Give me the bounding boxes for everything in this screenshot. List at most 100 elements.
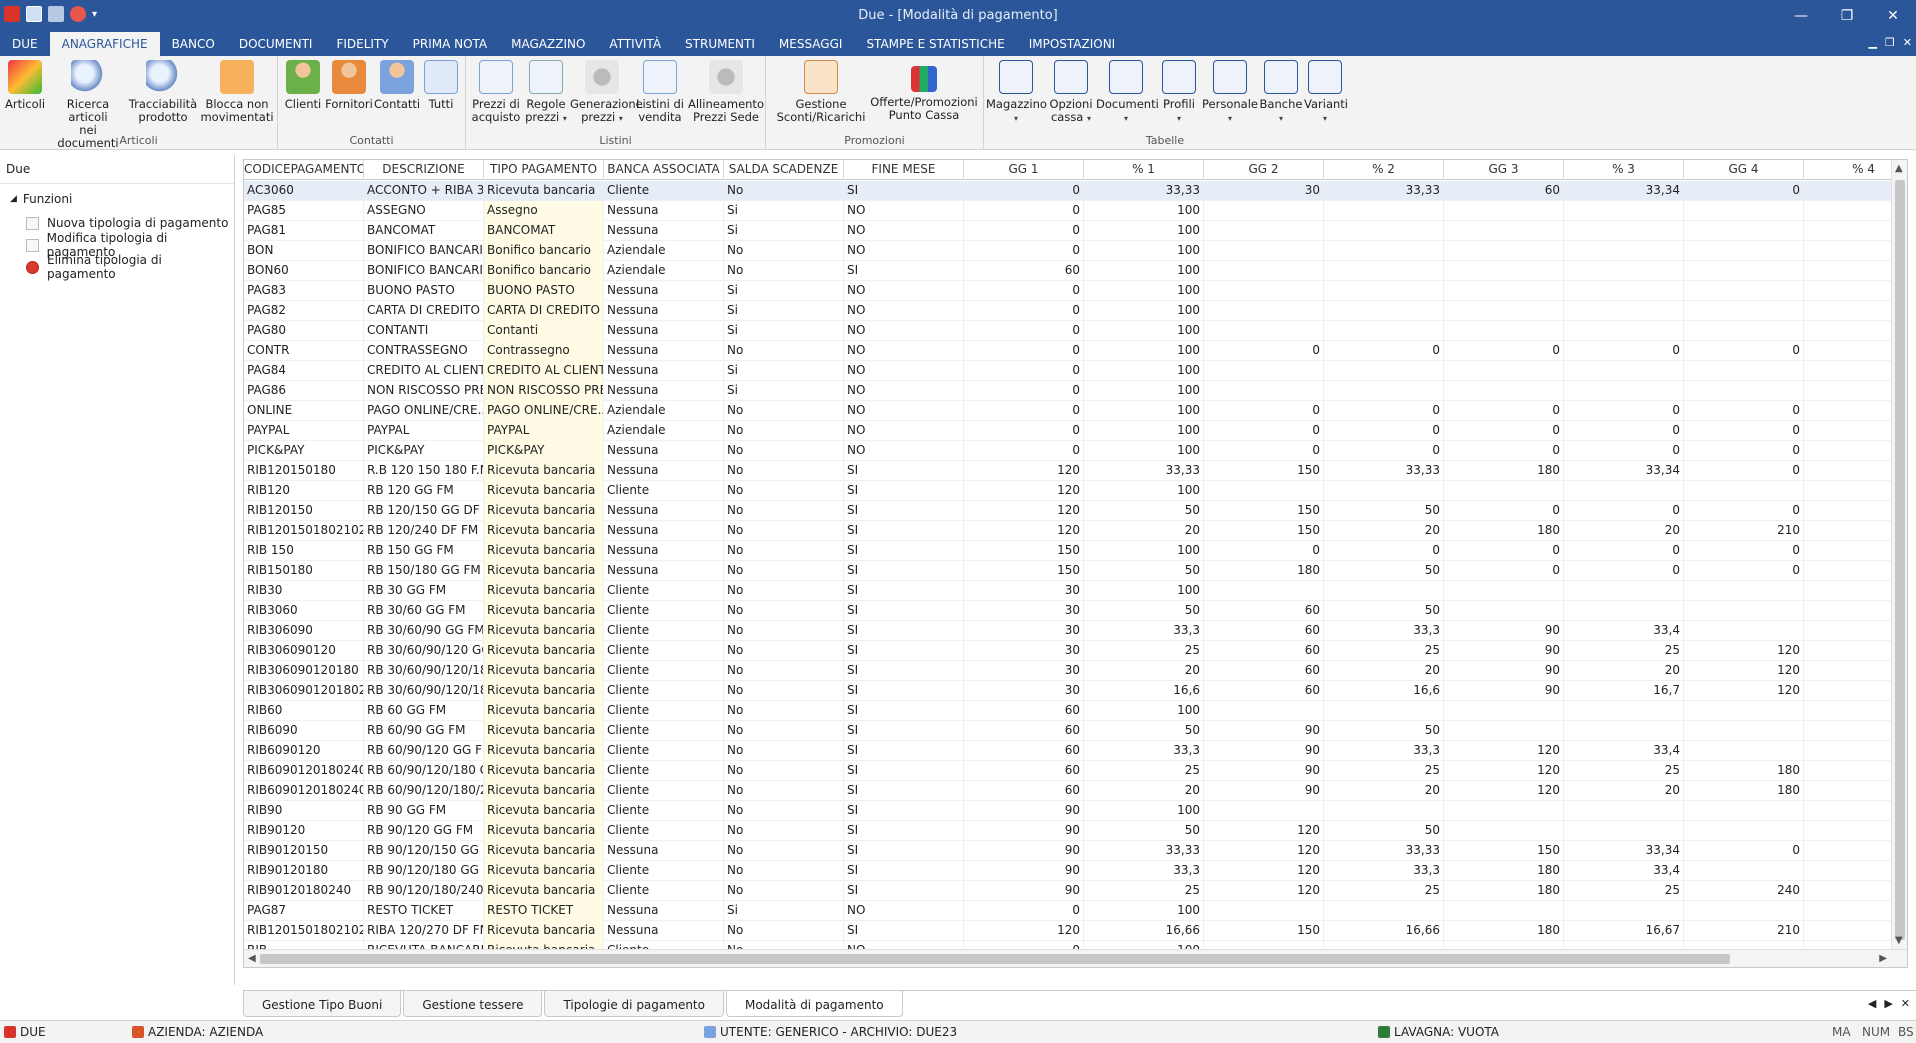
table-cell[interactable]: 120 [1204, 841, 1324, 861]
tab-due[interactable]: DUE [0, 32, 50, 56]
table-cell[interactable]: SI [844, 921, 964, 941]
table-cell[interactable]: 0 [1444, 441, 1564, 461]
table-cell[interactable]: 33,3 [1084, 621, 1204, 641]
table-cell[interactable]: 100 [1084, 241, 1204, 261]
table-cell[interactable] [1684, 261, 1804, 281]
table-cell[interactable] [1444, 261, 1564, 281]
table-cell[interactable]: RIB90120150 [244, 841, 364, 861]
table-cell[interactable]: No [724, 601, 844, 621]
table-cell[interactable] [1684, 381, 1804, 401]
column-header[interactable]: DESCRIZIONE [364, 160, 484, 180]
table-cell[interactable]: 0 [1564, 561, 1684, 581]
table-row[interactable]: PAG81 BANCOMAT BANCOMAT Nessuna Si NO 0 100 [244, 221, 1907, 241]
table-cell[interactable]: No [724, 701, 844, 721]
table-cell[interactable]: Cliente [604, 641, 724, 661]
table-cell[interactable]: Ricevuta bancaria [484, 661, 604, 681]
tutti-button[interactable]: Tutti [420, 60, 462, 111]
table-cell[interactable] [1324, 241, 1444, 261]
table-cell[interactable]: Si [724, 321, 844, 341]
table-cell[interactable]: Cliente [604, 681, 724, 701]
table-cell[interactable]: Ricevuta bancaria [484, 921, 604, 941]
table-cell[interactable] [1684, 901, 1804, 921]
table-cell[interactable]: NO [844, 221, 964, 241]
vertical-scrollbar[interactable]: ▲ ▼ [1891, 160, 1907, 949]
table-cell[interactable]: Cliente [604, 721, 724, 741]
table-row[interactable]: RIB3060 RB 30/60 GG FM Ricevuta bancaria Cl… [244, 601, 1907, 621]
table-cell[interactable]: 90 [1204, 781, 1324, 801]
table-cell[interactable]: CARTA DI CREDITO [364, 301, 484, 321]
table-cell[interactable]: 0 [964, 201, 1084, 221]
column-header[interactable]: % 2 [1324, 160, 1444, 180]
table-cell[interactable]: Cliente [604, 661, 724, 681]
table-cell[interactable]: Nessuna [604, 921, 724, 941]
table-cell[interactable]: 0 [964, 361, 1084, 381]
table-cell[interactable] [1444, 821, 1564, 841]
opzioni-cassa-button[interactable]: Opzioni cassa ▾ [1046, 60, 1096, 125]
restore-button[interactable]: ❐ [1824, 0, 1870, 32]
table-cell[interactable]: PAG82 [244, 301, 364, 321]
table-cell[interactable]: NON RISCOSSO PRE... [484, 381, 604, 401]
table-cell[interactable]: 50 [1324, 721, 1444, 741]
table-cell[interactable]: RIB120150180 [244, 461, 364, 481]
table-cell[interactable]: 20 [1324, 521, 1444, 541]
table-cell[interactable]: RESTO TICKET [484, 901, 604, 921]
table-cell[interactable] [1204, 581, 1324, 601]
table-cell[interactable]: 180 [1204, 561, 1324, 581]
table-cell[interactable] [1564, 201, 1684, 221]
table-cell[interactable] [1684, 701, 1804, 721]
table-cell[interactable]: NO [844, 421, 964, 441]
table-cell[interactable]: SI [844, 181, 964, 201]
table-row[interactable]: PAG84 CREDITO AL CLIENTE CREDITO AL CLIENT… [244, 361, 1907, 381]
table-cell[interactable]: 16,6 [1324, 681, 1444, 701]
table-cell[interactable]: Cliente [604, 701, 724, 721]
table-cell[interactable]: No [724, 561, 844, 581]
table-cell[interactable]: RIB3060 [244, 601, 364, 621]
doc-tab-tipologie[interactable]: Tipologie di pagamento [544, 991, 724, 1017]
table-cell[interactable]: Ricevuta bancaria [484, 721, 604, 741]
table-cell[interactable]: NO [844, 281, 964, 301]
table-cell[interactable]: Contrassegno [484, 341, 604, 361]
column-header[interactable]: CODICEPAGAMENTO [244, 160, 364, 180]
table-cell[interactable]: 30 [1204, 181, 1324, 201]
table-cell[interactable]: RIB6090 [244, 721, 364, 741]
table-cell[interactable] [1444, 301, 1564, 321]
table-cell[interactable]: BANCOMAT [484, 221, 604, 241]
table-cell[interactable]: 0 [964, 321, 1084, 341]
table-cell[interactable]: No [724, 501, 844, 521]
table-cell[interactable] [1444, 201, 1564, 221]
table-cell[interactable]: 0 [964, 441, 1084, 461]
table-cell[interactable]: CONTR [244, 341, 364, 361]
allineamento-button[interactable]: Allineamento Prezzi Sede [688, 60, 764, 124]
table-cell[interactable]: No [724, 741, 844, 761]
table-cell[interactable]: 60 [964, 721, 1084, 741]
table-cell[interactable]: 0 [964, 241, 1084, 261]
table-row[interactable]: PAG85 ASSEGNO Assegno Nessuna Si NO 0 100 [244, 201, 1907, 221]
table-cell[interactable]: 100 [1084, 901, 1204, 921]
table-row[interactable]: PAG82 CARTA DI CREDITO CARTA DI CREDITO Nes… [244, 301, 1907, 321]
tab-impostazioni[interactable]: IMPOSTAZIONI [1017, 32, 1128, 56]
table-cell[interactable]: 30 [964, 641, 1084, 661]
table-cell[interactable]: Ricevuta bancaria [484, 761, 604, 781]
table-cell[interactable]: 90 [964, 801, 1084, 821]
table-cell[interactable] [1204, 301, 1324, 321]
table-cell[interactable]: NON RISCOSSO PRE... [364, 381, 484, 401]
table-cell[interactable]: Nessuna [604, 301, 724, 321]
table-cell[interactable]: 0 [1564, 541, 1684, 561]
table-cell[interactable]: Aziendale [604, 261, 724, 281]
table-cell[interactable] [1324, 701, 1444, 721]
tab-magazzino[interactable]: MAGAZZINO [499, 32, 597, 56]
table-cell[interactable]: RB 90/120/180 GG FM [364, 861, 484, 881]
table-cell[interactable]: 0 [1444, 401, 1564, 421]
table-cell[interactable] [1204, 201, 1324, 221]
table-cell[interactable] [1684, 581, 1804, 601]
table-cell[interactable]: Si [724, 301, 844, 321]
table-cell[interactable]: SI [844, 721, 964, 741]
table-cell[interactable]: 30 [964, 621, 1084, 641]
table-cell[interactable]: Cliente [604, 821, 724, 841]
table-cell[interactable]: RIB120150180210240 [244, 521, 364, 541]
table-cell[interactable]: 60 [1204, 621, 1324, 641]
table-cell[interactable]: RIB306090120180240 [244, 681, 364, 701]
table-cell[interactable] [1324, 801, 1444, 821]
banche-button[interactable]: Banche ▾ [1258, 60, 1304, 125]
table-cell[interactable]: RIB306090120180 [244, 661, 364, 681]
